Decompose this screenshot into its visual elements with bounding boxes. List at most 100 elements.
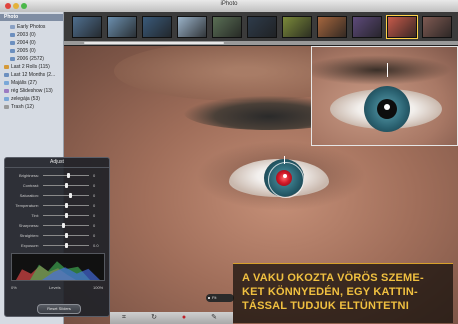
slider-knob[interactable] (69, 193, 73, 198)
slider-knob[interactable] (64, 213, 68, 218)
slider-knob[interactable] (62, 223, 66, 228)
fit-dot-icon (208, 297, 210, 299)
slider-value: 0 (93, 213, 96, 218)
slider-knob[interactable] (64, 233, 68, 238)
slider-track[interactable] (43, 173, 89, 178)
slider-value: 0 (93, 173, 96, 178)
source-list-items: Early Photos 2003 (0) 2004 (0) 2005 (0) 2006… (0, 23, 63, 111)
calendar-icon (10, 56, 15, 61)
slider-track[interactable] (43, 233, 89, 238)
source-item-label: Early Photos (17, 24, 46, 30)
retouch-icon[interactable]: ✎ (210, 314, 218, 322)
zoom-preview (311, 46, 458, 146)
slider-value: 0.0 (93, 243, 99, 248)
adjust-slider-row: Exposure: 0.0 (9, 242, 107, 249)
album-icon (4, 80, 9, 85)
adjust-slider-row: Contrast: 0 (9, 182, 107, 189)
slider-track[interactable] (43, 183, 89, 188)
source-item[interactable]: 2006 (2572) (0, 55, 63, 63)
slider-track[interactable] (43, 203, 89, 208)
calendar-icon (10, 40, 15, 45)
slider-label: Brightness: (18, 173, 39, 178)
source-item[interactable]: 2005 (0) (0, 47, 63, 55)
filmstrip-thumbnail[interactable] (386, 15, 418, 39)
slider-track[interactable] (43, 193, 89, 198)
adjust-slider-row: Brightness: 0 (9, 172, 107, 179)
source-item-label: Last 12 Months (2... (11, 72, 56, 78)
adjust-panel-title[interactable]: Adjust (5, 158, 109, 168)
slider-label: Sharpness: (18, 223, 39, 228)
adjust-panel: Adjust Brightness: 0 Contrast: 0 Saturation:… (4, 157, 110, 317)
calendar-icon (10, 32, 15, 37)
slider-track[interactable] (43, 243, 89, 248)
source-item[interactable]: rég Slideshow (13) (0, 87, 63, 95)
source-item-label: Last 2 Rolls (115) (11, 64, 50, 70)
filmstrip-scrollbar[interactable] (64, 41, 458, 45)
red-eye-cursor (268, 162, 304, 198)
slider-knob[interactable] (66, 173, 70, 178)
source-item-label: Trash (12) (11, 104, 34, 110)
source-item-label: 2005 (0) (17, 48, 36, 54)
filmstrip-thumbnail[interactable] (177, 16, 207, 38)
reset-sliders-button[interactable]: Reset Sliders (37, 304, 81, 314)
caption-line: KET KÖNNYEDÉN, EGY KATTIN- (242, 286, 418, 298)
source-item[interactable]: Majális (27) (0, 79, 63, 87)
filmstrip (64, 12, 458, 46)
source-item[interactable]: Early Photos (0, 23, 63, 31)
slider-label: Saturation: (19, 193, 39, 198)
filmstrip-thumbnail[interactable] (247, 16, 277, 38)
source-item-label: zelegája (53) (11, 96, 40, 102)
filmstrip-thumbnail[interactable] (422, 16, 452, 38)
roll-icon (4, 64, 9, 69)
adjust-slider-row: Saturation: 0 (9, 192, 107, 199)
slider-track[interactable] (43, 223, 89, 228)
levels-histogram[interactable] (11, 253, 105, 281)
source-item[interactable]: 2004 (0) (0, 39, 63, 47)
fit-button[interactable]: Fit (206, 294, 234, 302)
slider-label: Tint: (31, 213, 39, 218)
source-item[interactable]: Trash (12) (0, 103, 63, 111)
adjust-slider-row: Tint: 0 (9, 212, 107, 219)
slider-label: Contrast: (22, 183, 39, 188)
filmstrip-thumbnail[interactable] (142, 16, 172, 38)
filmstrip-scroll-knob[interactable] (84, 42, 224, 44)
levels-label: Levels (49, 285, 61, 290)
source-list-header[interactable]: Photo (0, 14, 63, 21)
trash-icon (4, 104, 9, 109)
source-item[interactable]: Last 2 Rolls (115) (0, 63, 63, 71)
crop-icon[interactable]: ⌗ (120, 314, 128, 322)
slider-value: 0 (93, 233, 96, 238)
filmstrip-thumbnail[interactable] (212, 16, 242, 38)
slider-knob[interactable] (64, 203, 68, 208)
filmstrip-thumbnail[interactable] (317, 16, 347, 38)
source-item[interactable]: 2003 (0) (0, 31, 63, 39)
slider-label: Temperature: (15, 203, 39, 208)
filmstrip-thumbnail[interactable] (107, 16, 137, 38)
zoom-eye-highlight (384, 104, 390, 110)
folder-icon (10, 24, 15, 29)
caption-box: A VAKU OKOZTA VÖRÖS SZEME- KET KÖNNYEDÉN… (233, 263, 453, 323)
slider-value: 0 (93, 203, 96, 208)
edit-toolbar: ⌗ ↻ ● ✎ (110, 312, 233, 324)
slider-label: Exposure: (20, 243, 39, 248)
slider-value: 0 (93, 193, 96, 198)
slider-knob[interactable] (64, 183, 68, 188)
zoom-cursor-tick (387, 63, 388, 77)
red-eye-icon[interactable]: ● (180, 314, 188, 322)
source-item[interactable]: Last 12 Months (2... (0, 71, 63, 79)
source-item-label: rég Slideshow (13) (11, 88, 53, 94)
source-item-label: 2004 (0) (17, 40, 36, 46)
slideshow-icon (4, 88, 9, 93)
calendar-icon (10, 48, 15, 53)
slider-label: Straighten: (19, 233, 39, 238)
rotate-icon[interactable]: ↻ (150, 314, 158, 322)
slider-value: 0 (93, 183, 96, 188)
slider-track[interactable] (43, 213, 89, 218)
zoom-eyebrow (312, 55, 452, 85)
filmstrip-thumbnail[interactable] (352, 16, 382, 38)
filmstrip-thumbnail[interactable] (282, 16, 312, 38)
filmstrip-thumbnail[interactable] (72, 16, 102, 38)
slider-knob[interactable] (64, 243, 68, 248)
source-item[interactable]: zelegája (53) (0, 95, 63, 103)
source-item-label: Majális (27) (11, 80, 37, 86)
